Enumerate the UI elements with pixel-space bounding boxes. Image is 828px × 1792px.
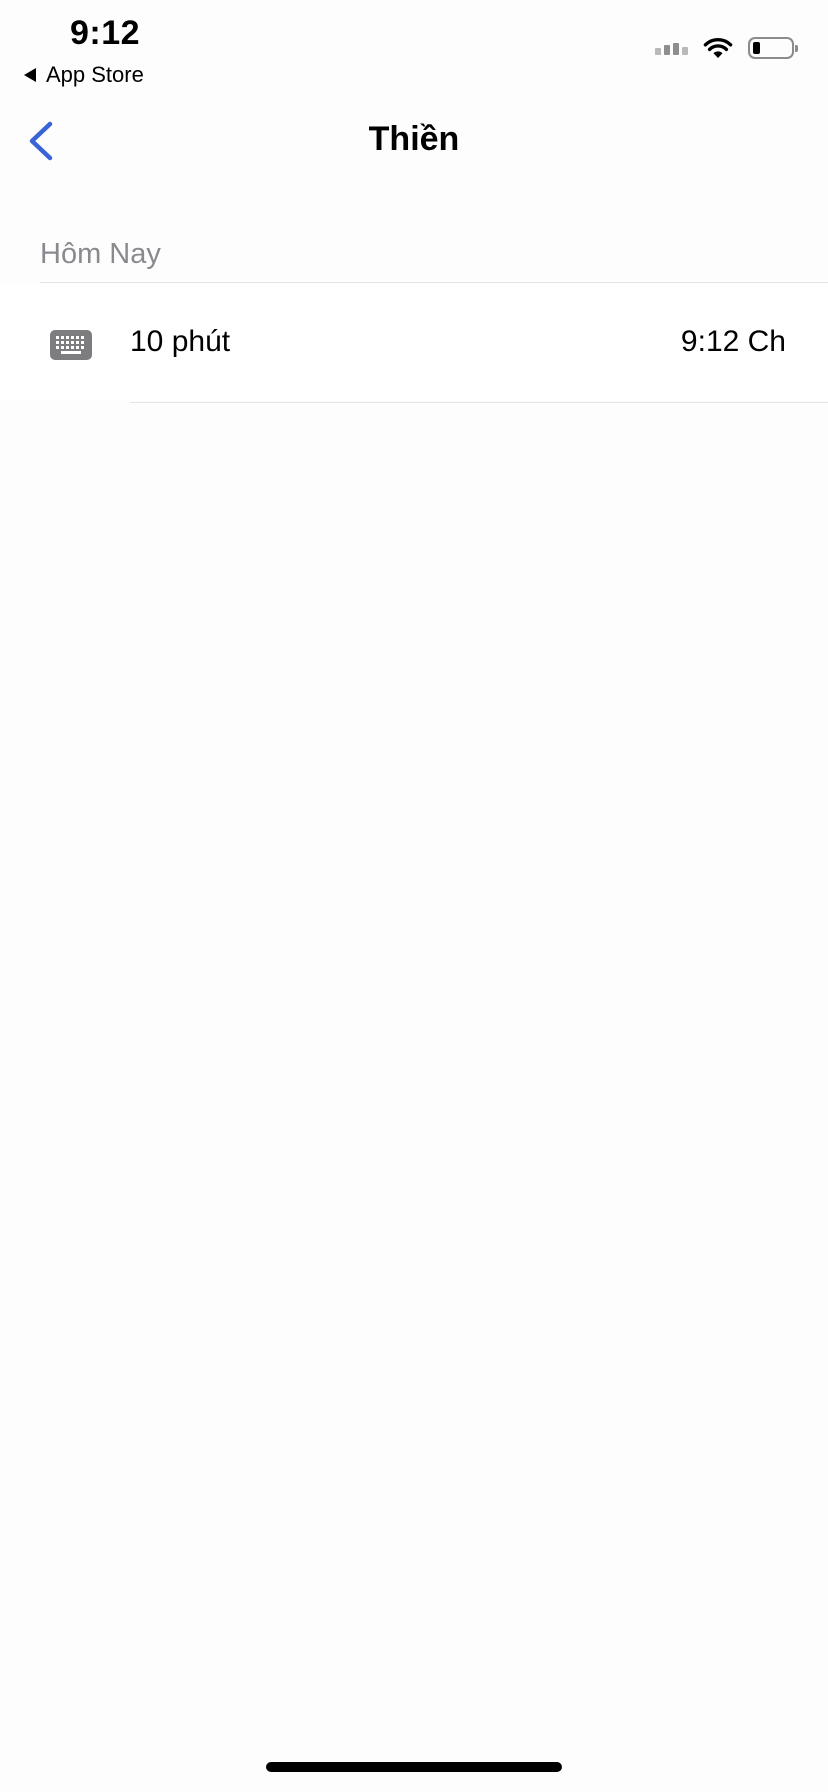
row-divider [130,402,828,403]
list-item[interactable]: 10 phút 9:12 Ch [0,283,828,401]
status-time: 9:12 [70,14,141,52]
page-title: Thiền [368,120,460,158]
section-header: Hôm Nay [40,238,161,270]
home-indicator[interactable] [266,1762,562,1772]
back-triangle-icon [24,68,36,82]
row-duration-label: 10 phút [130,325,231,358]
cellular-signal-icon [655,41,688,55]
row-time-value: 9:12 Ch [680,325,786,358]
battery-icon [748,37,798,59]
back-to-app-button[interactable]: App Store [24,62,144,88]
keyboard-icon [50,330,92,360]
battery-level [753,42,760,54]
back-to-app-label: App Store [46,62,144,87]
wifi-icon [703,37,733,58]
status-indicators [655,36,798,60]
